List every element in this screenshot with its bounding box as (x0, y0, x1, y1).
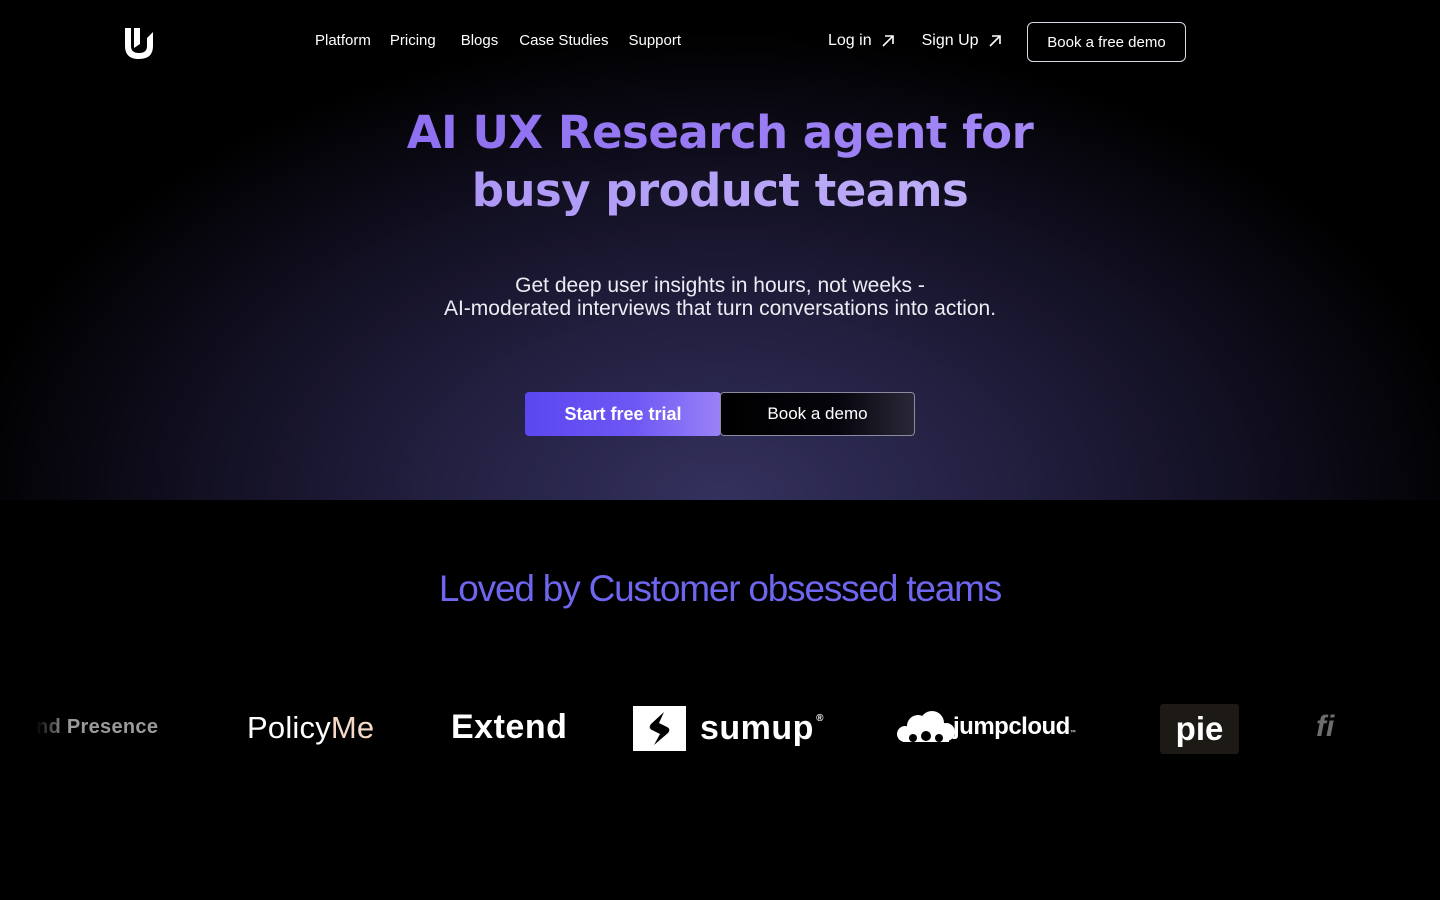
start-free-trial-button[interactable]: Start free trial (525, 392, 721, 436)
fade-overlay (36, 716, 66, 739)
nav-platform[interactable]: Platform (315, 32, 371, 49)
login-label: Log in (828, 32, 872, 49)
policyme-text-a: Policy (247, 710, 331, 745)
nav-pricing[interactable]: Pricing (390, 32, 436, 49)
logo-icon[interactable] (122, 26, 156, 60)
customer-logos: nd Presence PolicyMe Extend sumup ® jumpc… (0, 690, 1440, 770)
logo-jumpcloud: jumpcloud™ (895, 710, 1076, 744)
nav-blogs[interactable]: Blogs (461, 32, 499, 49)
hero-headline: AI UX Research agent for busy product te… (320, 104, 1120, 220)
sumup-mark-icon (633, 706, 686, 751)
headline-line-2: busy product teams (320, 162, 1120, 220)
nav-case-studies[interactable]: Case Studies (519, 32, 608, 49)
nav-support[interactable]: Support (628, 32, 681, 49)
subtext-line-2: AI-moderated interviews that turn conver… (443, 297, 997, 320)
logo-extend: Extend (451, 708, 568, 746)
social-proof-title: Loved by Customer obsessed teams (438, 568, 1002, 609)
logo-policyme: PolicyMe (247, 710, 374, 746)
signup-link[interactable]: Sign Up (922, 32, 1003, 50)
jumpcloud-text: jumpcloud (953, 713, 1070, 740)
main-nav: Platform Pricing Blogs Case Studies Supp… (315, 32, 681, 49)
book-free-demo-button[interactable]: Book a free demo (1027, 22, 1186, 62)
sumup-text: sumup (700, 709, 814, 747)
hero-subtext: Get deep user insights in hours, not wee… (320, 274, 1120, 320)
hero-section: Platform Pricing Blogs Case Studies Supp… (0, 0, 1440, 500)
signup-label: Sign Up (921, 32, 979, 49)
book-demo-button[interactable]: Book a demo (720, 392, 915, 436)
jumpcloud-cloud-icon (897, 711, 955, 742)
sumup-registered: ® (816, 713, 824, 724)
logo-presence: nd Presence (36, 716, 176, 739)
logo-sumup-wordmark: sumup ® (700, 709, 823, 748)
arrow-up-right-icon (988, 35, 1001, 47)
logo-jumpcloud-wordmark: jumpcloud™ (953, 713, 1076, 741)
headline-line-1: AI UX Research agent for (320, 104, 1120, 162)
policyme-text-b: Me (330, 710, 375, 745)
logo-fi: fi (1316, 710, 1335, 743)
subtext-line-1: Get deep user insights in hours, not wee… (515, 274, 925, 297)
login-link[interactable]: Log in (828, 32, 896, 50)
logo-sumup: sumup ® (633, 706, 823, 751)
arrow-up-right-icon (882, 35, 894, 47)
jumpcloud-tm: ™ (1069, 730, 1076, 736)
auth-links: Log in Sign Up (828, 32, 1003, 50)
logo-pie: pie (1160, 704, 1239, 754)
